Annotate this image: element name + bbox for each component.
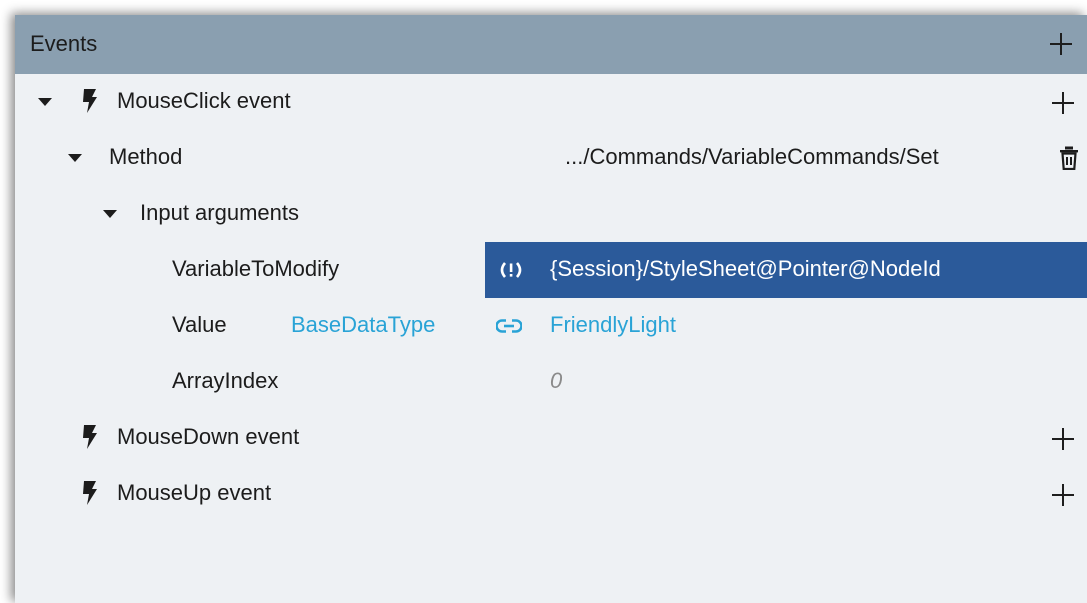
- tree-row-input-arguments[interactable]: Input arguments: [15, 186, 1087, 242]
- tree-row-value[interactable]: Value BaseDataType FriendlyLight: [15, 298, 1087, 354]
- add-handler-plus-icon[interactable]: [1052, 484, 1074, 506]
- tree-row-mousedown-event[interactable]: MouseDown event: [15, 410, 1087, 466]
- lightning-bolt-icon: [83, 89, 97, 113]
- trash-icon[interactable]: [1059, 146, 1079, 170]
- argument-value[interactable]: 0: [550, 368, 562, 394]
- tree-row-method[interactable]: Method .../Commands/VariableCommands/Set: [15, 130, 1087, 186]
- argument-value[interactable]: FriendlyLight: [550, 312, 676, 338]
- dynamic-link-warning-icon[interactable]: [498, 261, 524, 279]
- lightning-bolt-icon: [83, 425, 97, 449]
- event-label: MouseClick event: [117, 88, 291, 113]
- input-arguments-label: Input arguments: [140, 200, 299, 225]
- events-panel: Events MouseClick event Method .../Comma…: [15, 15, 1087, 603]
- tree-row-mouseup-event[interactable]: MouseUp event: [15, 466, 1087, 522]
- add-handler-plus-icon[interactable]: [1052, 428, 1074, 450]
- event-label: MouseUp event: [117, 480, 272, 505]
- expand-caret-icon[interactable]: [68, 154, 82, 162]
- tree-row-variable-to-modify[interactable]: VariableToModify {Session}/StyleSheet@Po…: [15, 242, 1087, 298]
- link-icon[interactable]: [496, 319, 522, 333]
- argument-value: {Session}/StyleSheet@Pointer@NodeId: [550, 256, 941, 281]
- panel-title: Events: [30, 31, 98, 56]
- panel-header: Events: [15, 15, 1087, 74]
- tree-row-array-index[interactable]: ArrayIndex 0: [15, 354, 1087, 410]
- expand-caret-icon[interactable]: [38, 98, 52, 106]
- add-event-plus-icon[interactable]: [1050, 33, 1072, 55]
- method-value[interactable]: .../Commands/VariableCommands/Set: [565, 144, 939, 170]
- argument-value-cell-selected[interactable]: {Session}/StyleSheet@Pointer@NodeId: [485, 242, 1087, 298]
- expand-caret-icon[interactable]: [103, 210, 117, 218]
- argument-label: ArrayIndex: [172, 368, 279, 393]
- lightning-bolt-icon: [83, 481, 97, 505]
- method-label: Method: [109, 144, 183, 169]
- argument-label: VariableToModify: [172, 256, 340, 281]
- argument-type[interactable]: BaseDataType: [291, 312, 435, 338]
- add-handler-plus-icon[interactable]: [1052, 92, 1074, 114]
- argument-label: Value: [172, 312, 227, 337]
- tree-row-mouseclick-event[interactable]: MouseClick event: [15, 74, 1087, 130]
- event-label: MouseDown event: [117, 424, 300, 449]
